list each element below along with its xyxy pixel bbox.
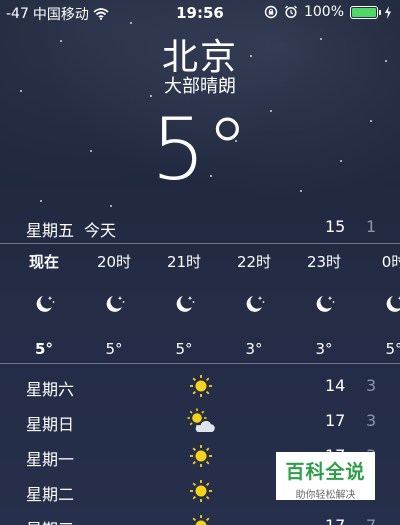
hourly-item: 现在 5° — [9, 244, 79, 358]
hourly-item: 0时 5° — [359, 244, 400, 358]
hour-temp: 5° — [105, 340, 123, 358]
watermark-logo: 百科全说 助你轻松解决 — [276, 452, 375, 501]
hourly-item: 21时 5° — [149, 244, 219, 358]
charging-icon — [385, 5, 391, 19]
rotation-lock-icon — [264, 5, 278, 19]
watermark-subtitle: 助你轻松解决 — [295, 490, 356, 501]
daily-low: 3 — [366, 411, 377, 430]
sun-icon — [192, 515, 210, 525]
sun-icon — [190, 375, 212, 397]
hour-time: 23时 — [306, 253, 342, 271]
moon-stars-icon — [386, 296, 400, 312]
daily-weekday: 星期二 — [26, 485, 75, 504]
divider-bottom — [0, 363, 400, 364]
today-weekday: 星期五 — [26, 221, 75, 240]
star — [110, 205, 112, 207]
hour-time: 21时 — [166, 253, 202, 271]
moon-stars-icon — [36, 296, 55, 312]
hour-temp: 5° — [35, 340, 53, 358]
daily-weekday: 星期一 — [26, 450, 75, 469]
hourly-item: 22时 3° — [219, 244, 289, 358]
alarm-icon — [285, 5, 297, 19]
today-low: 1 — [366, 217, 377, 236]
hour-time: 22时 — [236, 253, 272, 271]
hourly-forecast[interactable]: 现在 5° 20时 5° 21时 5° 22时 3° 23时 3° 0时 5° — [0, 244, 400, 362]
today-high: 15 — [325, 217, 346, 236]
battery-percent: 100% — [303, 4, 344, 20]
daily-low: 7 — [366, 516, 376, 525]
daily-high: 17 — [325, 516, 345, 525]
moon-stars-icon — [246, 296, 265, 312]
hour-temp: 5° — [175, 340, 193, 358]
hour-temp: 3° — [315, 340, 333, 358]
hour-temp: 3° — [245, 340, 263, 358]
status-right: 100% — [264, 4, 392, 20]
hour-time: 0时 — [381, 253, 400, 271]
sun-icon — [190, 480, 212, 502]
moon-stars-icon — [106, 296, 125, 312]
moon-stars-icon — [176, 296, 195, 312]
status-bar: -47 中国移动 19:56 100% — [0, 0, 400, 26]
hour-temp: 5° — [385, 340, 400, 358]
today-row: 星期五 今天 15 1 — [0, 215, 400, 240]
sun-cloud-icon — [187, 408, 215, 432]
daily-row: 星期三 17 7 — [0, 510, 400, 525]
daily-weekday: 星期六 — [26, 380, 75, 399]
daily-high: 17 — [325, 411, 346, 430]
hour-time: 现在 — [28, 253, 59, 271]
daily-weekday: 星期日 — [26, 415, 75, 434]
watermark-title: 百科全说 — [285, 461, 366, 483]
hourly-item: 23时 3° — [289, 244, 359, 358]
hour-time: 20时 — [96, 253, 132, 271]
battery-fill — [352, 7, 376, 17]
current-condition: 大部晴朗 — [164, 76, 236, 97]
hourly-item: 20时 5° — [79, 244, 149, 358]
daily-weekday: 星期三 — [26, 516, 74, 525]
current-temperature: 5° — [151, 100, 249, 200]
moon-stars-icon — [316, 296, 335, 312]
daily-row: 星期日 17 3 — [0, 405, 400, 437]
battery-icon — [350, 5, 381, 19]
daily-low: 3 — [366, 376, 377, 395]
star — [40, 200, 42, 202]
today-label: 今天 — [84, 221, 117, 240]
sun-icon — [190, 445, 212, 467]
daily-high: 14 — [325, 376, 346, 395]
daily-row: 星期六 14 3 — [0, 370, 400, 402]
